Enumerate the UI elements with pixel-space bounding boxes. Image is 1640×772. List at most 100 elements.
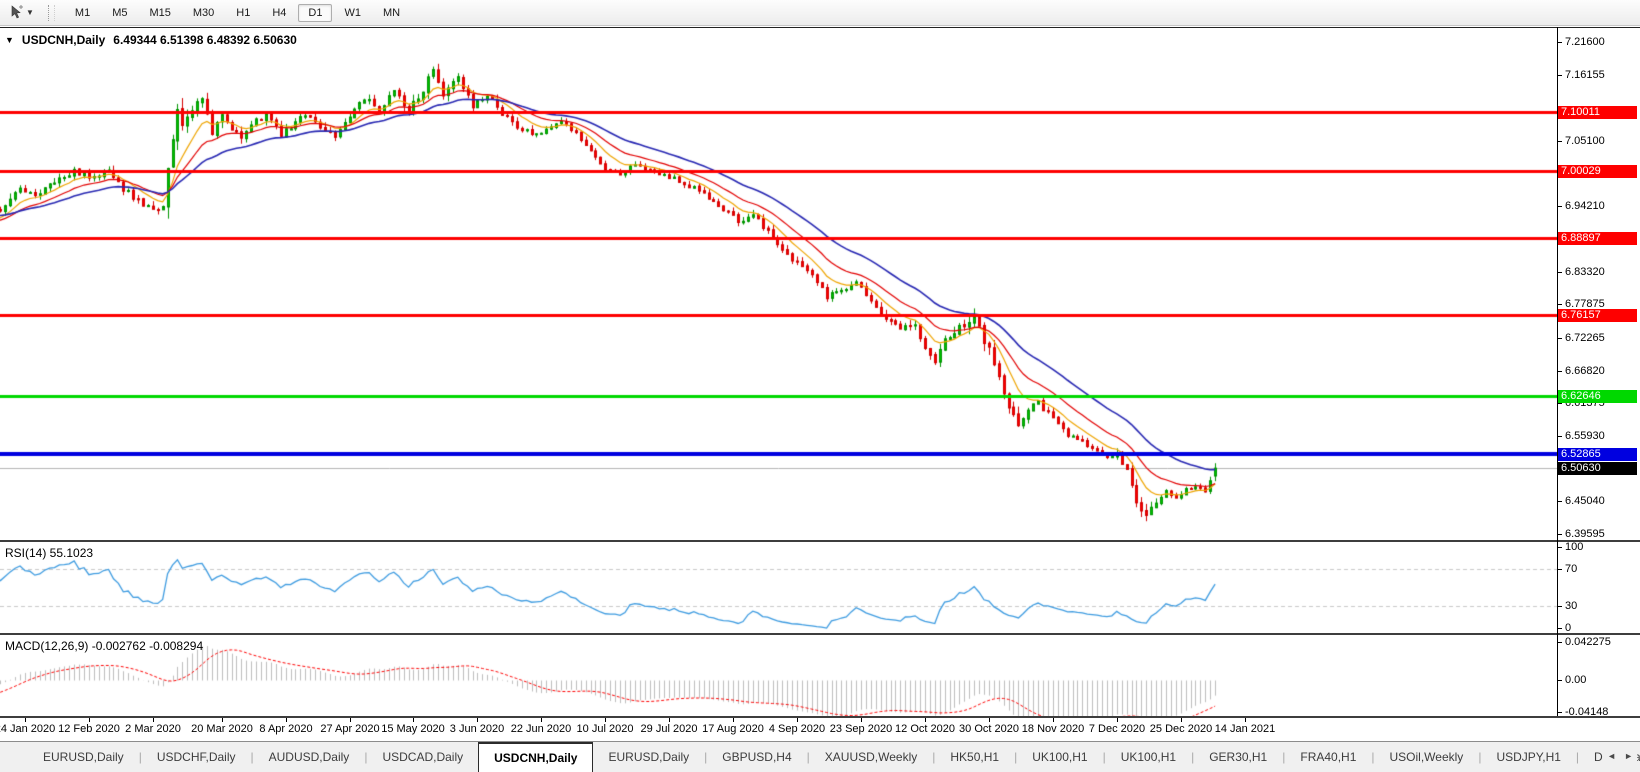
timeframe-button-d1[interactable]: D1 [298,4,332,22]
price-tick-label: 0.042275 [1565,636,1611,648]
price-tick-label: 6.66820 [1565,365,1605,377]
macd-canvas[interactable] [0,635,1557,716]
price-tick-label: 100 [1565,541,1583,553]
time-tick-mark [286,718,287,722]
toolbar: ▼ M1M5M15M30H1H4D1W1MN [0,0,1640,26]
price-tick-label: 30 [1565,600,1577,612]
time-tick-mark [989,718,990,722]
axis-tick-mark [1558,534,1562,535]
price-tick-label: 6.72265 [1565,332,1605,344]
time-tick-mark [797,718,798,722]
chevron-down-icon: ▼ [26,9,34,17]
price-tick-label: -0.04148 [1565,706,1608,718]
price-tick-label: 70 [1565,563,1577,575]
chart-title: ▼ USDCNH,Daily 6.49344 6.51398 6.48392 6… [5,33,297,47]
tab-audusd-daily[interactable]: AUDUSD,Daily [254,742,365,772]
time-tick-mark [541,718,542,722]
axis-tick-mark [1558,371,1562,372]
date-label: 20 Mar 2020 [191,723,253,735]
macd-label: MACD(12,26,9) -0.002762 -0.008294 [5,639,203,653]
axis-tick-mark [1558,501,1562,502]
axis-tick-mark [1558,272,1562,273]
time-tick-mark [477,718,478,722]
date-label: 17 Aug 2020 [702,723,764,735]
date-label: 3 Jun 2020 [450,723,504,735]
current-price-tag: 6.50630 [1558,462,1637,475]
time-tick-mark [669,718,670,722]
time-tick-mark [733,718,734,722]
timeframe-button-h4[interactable]: H4 [262,4,296,22]
timeframe-button-mn[interactable]: MN [373,4,410,22]
tab-gbpusd-h4[interactable]: GBPUSD,H4 [707,742,806,772]
tab-hk50-h1[interactable]: HK50,H1 [935,742,1014,772]
axis-tick-mark [1558,338,1562,339]
price-tick-label: 6.39595 [1565,528,1605,540]
tab-ger30-h1[interactable]: GER30,H1 [1194,742,1282,772]
date-label: 4 Sep 2020 [769,723,825,735]
price-tick-label: 6.55930 [1565,430,1605,442]
tab-xauusd-weekly[interactable]: XAUUSD,Weekly [810,742,932,772]
time-tick-mark [222,718,223,722]
timeframe-button-m1[interactable]: M1 [65,4,100,22]
price-tick-label: 6.83320 [1565,266,1605,278]
time-tick-mark [25,718,26,722]
tab-usdchf-daily[interactable]: USDCHF,Daily [142,742,251,772]
price-tick-label: 7.21600 [1565,36,1605,48]
tab-usdcnh-daily[interactable]: USDCNH,Daily [478,742,593,772]
time-tick-mark [1053,718,1054,722]
time-axis[interactable]: 24 Jan 202012 Feb 20202 Mar 202020 Mar 2… [0,718,1557,741]
timeframe-button-m30[interactable]: M30 [183,4,224,22]
tab-usdcad-daily[interactable]: USDCAD,Daily [367,742,478,772]
tab-uk100-h1[interactable]: UK100,H1 [1106,742,1191,772]
price-axis[interactable]: 7.216007.161557.051006.942106.833206.778… [1557,27,1640,741]
timeframe-button-w1[interactable]: W1 [334,4,371,22]
tab-usoil-weekly[interactable]: USOil,Weekly [1375,742,1479,772]
time-tick-mark [1245,718,1246,722]
axis-tick-mark [1558,569,1562,570]
axis-tick-mark [1558,547,1562,548]
date-label: 8 Apr 2020 [259,723,312,735]
level-price-tag: 7.00029 [1558,165,1637,178]
rsi-label: RSI(14) 55.1023 [5,546,93,560]
level-price-tag: 6.76157 [1558,309,1637,322]
tab-usdjpy-h1[interactable]: USDJPY,H1 [1481,742,1575,772]
chart-symbol-dropdown-icon[interactable]: ▼ [5,35,14,45]
level-price-tag: 7.10011 [1558,106,1637,119]
timeframe-button-m5[interactable]: M5 [102,4,137,22]
axis-tick-mark [1558,712,1562,713]
time-tick-mark [413,718,414,722]
date-label: 30 Oct 2020 [959,723,1019,735]
axis-tick-mark [1558,628,1562,629]
timeframe-group: M1M5M15M30H1H4D1W1MN [60,0,415,25]
tab-fra40-h1[interactable]: FRA40,H1 [1285,742,1371,772]
crosshair-tool-button[interactable]: ▼ [4,2,39,23]
price-pane: ▼ USDCNH,Daily 6.49344 6.51398 6.48392 6… [0,28,1557,540]
axis-tick-mark [1558,42,1562,43]
price-chart-canvas[interactable] [0,28,1557,540]
rsi-pane: RSI(14) 55.1023 [0,542,1557,633]
macd-pane: MACD(12,26,9) -0.002762 -0.008294 [0,635,1557,716]
axis-tick-mark [1558,75,1562,76]
time-tick-mark [153,718,154,722]
time-tick-mark [1117,718,1118,722]
toolbar-gripper [48,5,55,21]
tab-eurusd-daily[interactable]: EURUSD,Daily [28,742,139,772]
date-label: 29 Jul 2020 [641,723,698,735]
date-label: 12 Feb 2020 [58,723,120,735]
tab-scroll-right-button[interactable]: ► [1624,750,1633,762]
rsi-canvas[interactable] [0,542,1557,633]
timeframe-button-h1[interactable]: H1 [226,4,260,22]
tab-scroll-left-button[interactable]: ◄ [1607,750,1616,762]
level-price-tag: 6.88897 [1558,232,1637,245]
date-label: 7 Dec 2020 [1089,723,1145,735]
mt4-platform: ▼ M1M5M15M30H1H4D1W1MN ▼ USDCNH,Daily 6.… [0,0,1640,772]
level-price-tag: 6.52865 [1558,448,1637,461]
tab-eurusd-daily[interactable]: EURUSD,Daily [593,742,704,772]
date-label: 10 Jul 2020 [577,723,634,735]
timeframe-button-m15[interactable]: M15 [139,4,180,22]
chart-symbol-label: USDCNH,Daily [22,33,105,47]
price-tick-label: 0 [1565,622,1571,634]
axis-tick-mark [1558,642,1562,643]
date-label: 22 Jun 2020 [511,723,572,735]
tab-uk100-h1[interactable]: UK100,H1 [1017,742,1102,772]
